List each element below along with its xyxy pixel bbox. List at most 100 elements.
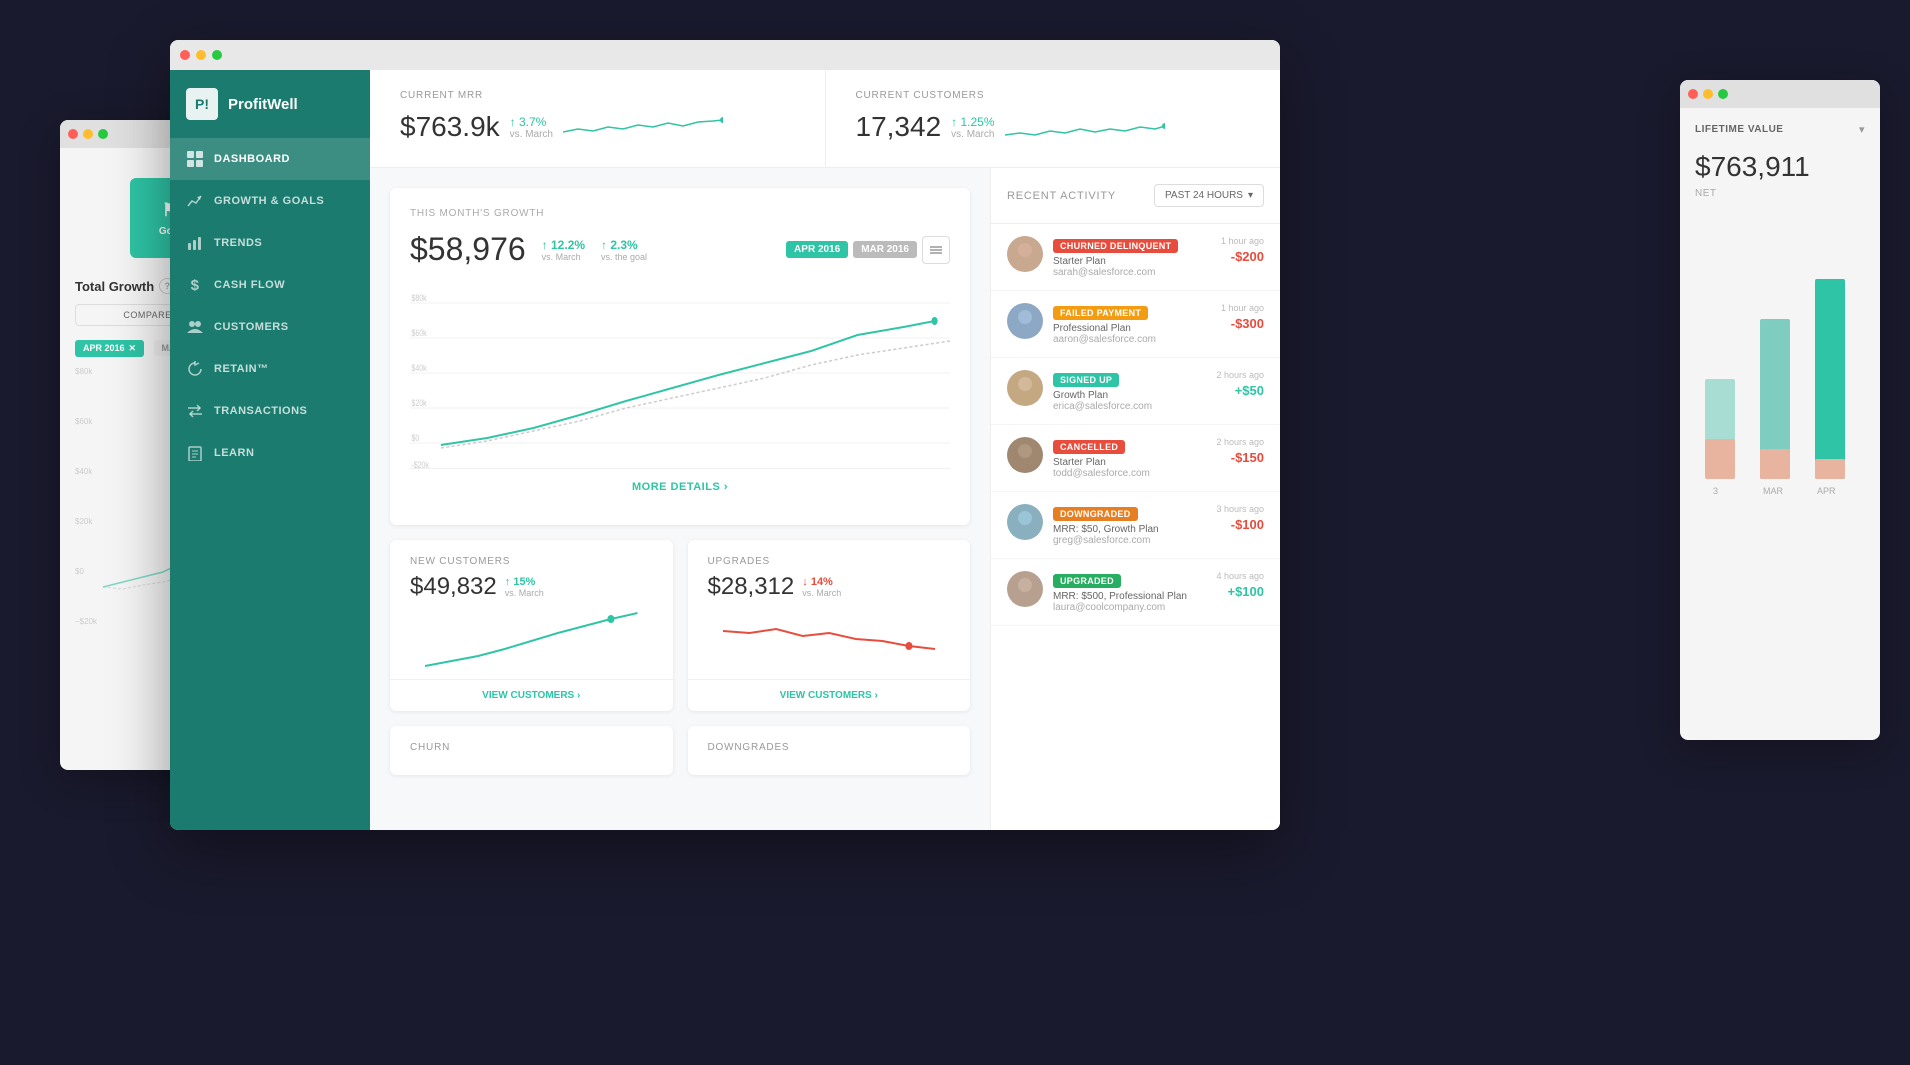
sub-cards: NEW CUSTOMERS $49,832 ↑ 15% vs. March	[390, 540, 970, 711]
retain-icon	[186, 360, 204, 378]
svg-text:3: 3	[1713, 486, 1718, 496]
chart-y-label: $60k	[75, 417, 97, 426]
growth-card: THIS MONTH'S GROWTH $58,976 ↑ 12.2% vs. …	[390, 188, 970, 525]
lifetime-value-label: LIFETIME VALUE	[1695, 124, 1783, 135]
upgrades-value: $28,312	[708, 573, 795, 601]
churn-label: CHURN	[410, 742, 653, 753]
metric-customers: CURRENT CUSTOMERS 17,342 ↑ 1.25% vs. Mar…	[826, 70, 1281, 167]
chart-y-label: $0	[75, 567, 97, 576]
svg-text:$20k: $20k	[412, 398, 428, 408]
avatar	[1007, 236, 1043, 272]
activity-amount: +$100	[1227, 584, 1264, 599]
sidebar-item-cashflow[interactable]: $ CASH FLOW	[170, 264, 370, 306]
growth-svg: $80k $60k $40k $20k $0 -$20k	[410, 283, 950, 473]
new-customers-value: $49,832	[410, 573, 497, 601]
chevron-down-icon[interactable]: ▾	[1859, 123, 1865, 136]
upgrades-chart	[708, 601, 951, 671]
sidebar-item-learn[interactable]: LEARN	[170, 432, 370, 474]
maximize-dot	[1718, 89, 1728, 99]
svg-text:APR: APR	[1817, 486, 1836, 496]
window-chrome	[170, 40, 1280, 70]
new-customers-chart	[410, 601, 653, 671]
activity-plan: Starter Plan	[1053, 457, 1206, 468]
list-item: CHURNED DELINQUENT Starter Plan sarah@sa…	[991, 224, 1280, 291]
activity-amount: -$100	[1231, 517, 1264, 532]
close-icon[interactable]: ✕	[129, 343, 137, 354]
metric-customers-change: ↑ 1.25%	[951, 115, 994, 129]
downgrades-card: DOWNGRADES	[688, 726, 971, 775]
close-dot	[68, 129, 78, 139]
sidebar-item-dashboard[interactable]: DASHBOARD	[170, 138, 370, 180]
status-badge: CANCELLED	[1053, 440, 1125, 454]
svg-text:MAR: MAR	[1763, 486, 1784, 496]
avatar	[1007, 303, 1043, 339]
sidebar-logo: P! ProfitWell	[170, 70, 370, 138]
avatar	[1007, 437, 1043, 473]
metric-mrr-change: ↑ 3.7%	[510, 115, 553, 129]
sidebar-item-customers[interactable]: CUSTOMERS	[170, 306, 370, 348]
mar-badge: MAR 2016	[853, 241, 917, 258]
activity-amount: +$50	[1235, 383, 1264, 398]
learn-icon	[186, 444, 204, 462]
minimize-dot	[83, 129, 93, 139]
list-item: FAILED PAYMENT Professional Plan aaron@s…	[991, 291, 1280, 358]
growth-value: $58,976	[410, 231, 526, 268]
sidebar-item-transactions[interactable]: TRANSACTIONS	[170, 390, 370, 432]
sidebar-item-retain[interactable]: RETAIN™	[170, 348, 370, 390]
cashflow-icon: $	[186, 276, 204, 294]
activity-amount: -$150	[1231, 450, 1264, 465]
activity-plan: MRR: $500, Professional Plan	[1053, 591, 1206, 602]
lifetime-net-label: NET	[1695, 188, 1865, 199]
svg-text:$60k: $60k	[412, 328, 428, 338]
activity-filter-btn[interactable]: PAST 24 HOURS ▾	[1154, 184, 1264, 207]
growth-change1-sub: vs. March	[542, 252, 585, 262]
activity-time: 2 hours ago	[1216, 370, 1264, 380]
metric-mrr-value: $763.9k ↑ 3.7% vs. March	[400, 107, 795, 147]
sidebar-item-trends[interactable]: TRENDS	[170, 222, 370, 264]
chart-options-btn[interactable]	[922, 236, 950, 264]
growth-change1: ↑ 12.2%	[542, 238, 585, 252]
chart-y-label: $20k	[75, 517, 97, 526]
mrr-sparkline	[563, 107, 723, 147]
activity-email: laura@coolcompany.com	[1053, 602, 1206, 613]
sidebar-item-label: CUSTOMERS	[214, 321, 289, 333]
activity-email: todd@salesforce.com	[1053, 468, 1206, 479]
svg-text:$80k: $80k	[412, 293, 428, 303]
view-upgrades-btn[interactable]: VIEW CUSTOMERS ›	[688, 679, 971, 711]
growth-change2: ↑ 2.3%	[601, 238, 647, 252]
bottom-cards: CHURN DOWNGRADES	[390, 726, 970, 775]
new-customers-label: NEW CUSTOMERS	[410, 556, 653, 567]
more-details-btn[interactable]: MORE DETAILS ›	[410, 468, 950, 505]
close-dot	[1688, 89, 1698, 99]
activity-list: CHURNED DELINQUENT Starter Plan sarah@sa…	[991, 224, 1280, 830]
activity-title: RECENT ACTIVITY	[1007, 190, 1116, 202]
metrics-bar: CURRENT MRR $763.9k ↑ 3.7% vs. March	[370, 70, 1280, 168]
status-badge: SIGNED UP	[1053, 373, 1119, 387]
apr-badge[interactable]: APR 2016 ✕	[75, 340, 144, 357]
growth-icon	[186, 192, 204, 210]
transactions-icon	[186, 402, 204, 420]
sidebar-item-label: TRANSACTIONS	[214, 405, 307, 417]
metric-mrr-subtitle: vs. March	[510, 129, 553, 140]
customers-icon	[186, 318, 204, 336]
activity-plan: Growth Plan	[1053, 390, 1206, 401]
status-badge: UPGRADED	[1053, 574, 1121, 588]
svg-text:$40k: $40k	[412, 363, 428, 373]
activity-time: 1 hour ago	[1221, 236, 1264, 246]
minimize-dot	[1703, 89, 1713, 99]
sidebar-nav: DASHBOARD GROWTH & GOALS TRENDS $ CA	[170, 138, 370, 474]
metric-customers-label: CURRENT CUSTOMERS	[856, 90, 1251, 101]
activity-plan: MRR: $50, Growth Plan	[1053, 524, 1206, 535]
growth-change2-sub: vs. the goal	[601, 252, 647, 262]
sidebar: P! ProfitWell DASHBOARD GROWTH & GOALS	[170, 70, 370, 830]
activity-plan: Starter Plan	[1053, 256, 1211, 267]
activity-email: erica@salesforce.com	[1053, 401, 1206, 412]
sidebar-item-growth[interactable]: GROWTH & GOALS	[170, 180, 370, 222]
activity-header: RECENT ACTIVITY PAST 24 HOURS ▾	[991, 168, 1280, 224]
metric-mrr: CURRENT MRR $763.9k ↑ 3.7% vs. March	[370, 70, 826, 167]
activity-email: greg@salesforce.com	[1053, 535, 1206, 546]
churn-card: CHURN	[390, 726, 673, 775]
list-item: DOWNGRADED MRR: $50, Growth Plan greg@sa…	[991, 492, 1280, 559]
maximize-dot	[98, 129, 108, 139]
view-new-customers-btn[interactable]: VIEW CUSTOMERS ›	[390, 679, 673, 711]
